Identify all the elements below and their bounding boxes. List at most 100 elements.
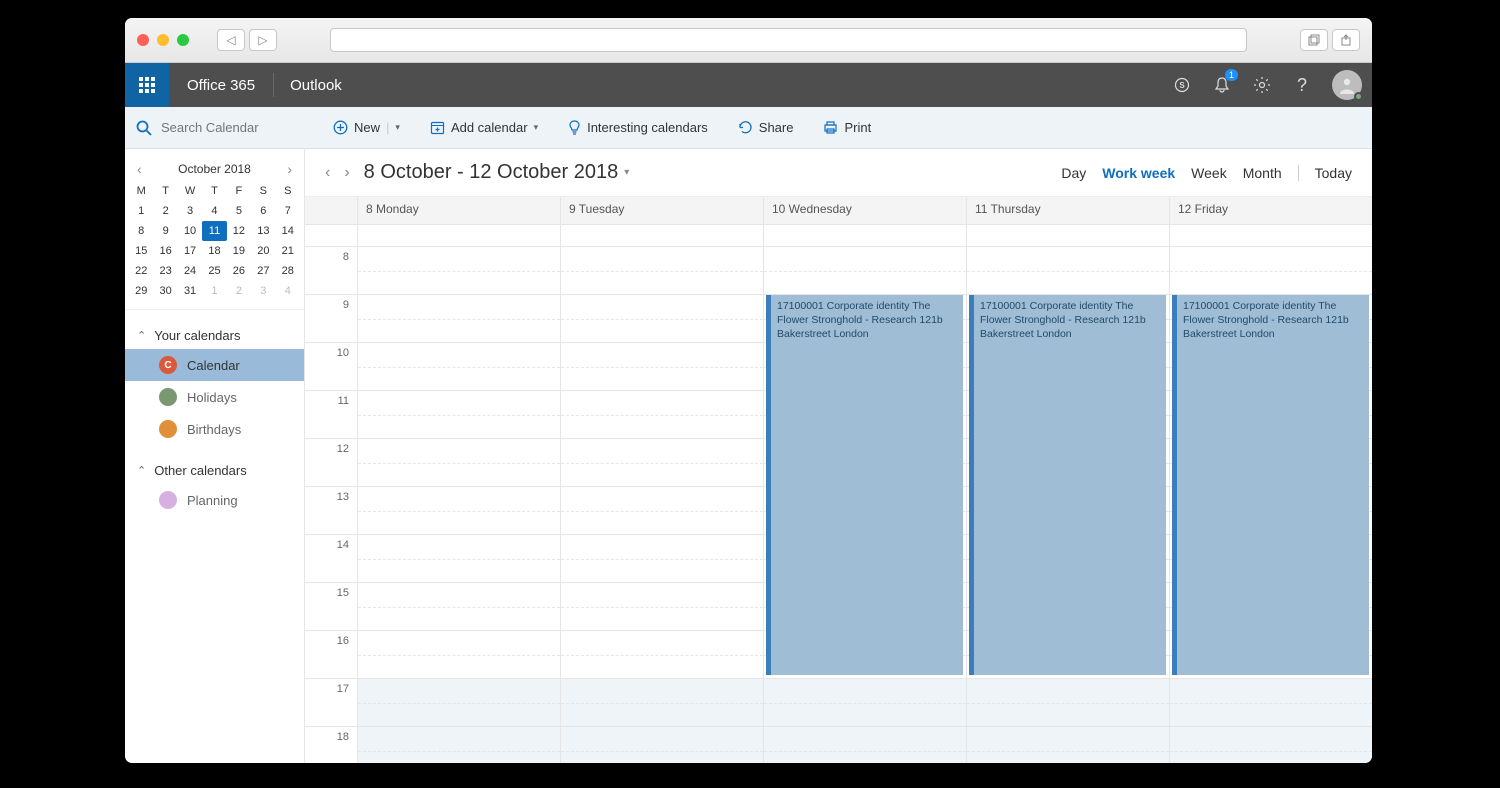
- day-header[interactable]: 8 Monday: [357, 197, 560, 224]
- time-cell[interactable]: [357, 631, 560, 678]
- next-month-button[interactable]: ›: [287, 161, 292, 177]
- mini-calendar-day[interactable]: 19: [227, 241, 251, 261]
- address-bar[interactable]: [330, 28, 1247, 52]
- mini-calendar-day[interactable]: 20: [251, 241, 275, 261]
- time-cell[interactable]: [357, 343, 560, 390]
- calendar-item[interactable]: Birthdays: [125, 413, 304, 445]
- view-week[interactable]: Week: [1191, 165, 1227, 181]
- mini-calendar-day[interactable]: 16: [153, 241, 177, 261]
- mini-calendar-day[interactable]: 17: [178, 241, 202, 261]
- mini-calendar-day[interactable]: 10: [178, 221, 202, 241]
- time-cell[interactable]: [560, 295, 763, 342]
- settings-button[interactable]: [1252, 75, 1272, 95]
- time-cell[interactable]: [357, 439, 560, 486]
- close-window-button[interactable]: [137, 34, 149, 46]
- other-calendars-header[interactable]: ⌃ Other calendars: [125, 457, 304, 484]
- time-cell[interactable]: [1169, 727, 1372, 763]
- your-calendars-header[interactable]: ⌃ Your calendars: [125, 322, 304, 349]
- forward-button[interactable]: ▷: [249, 29, 277, 51]
- time-cell[interactable]: [560, 535, 763, 582]
- mini-calendar-day[interactable]: 26: [227, 261, 251, 281]
- time-cell[interactable]: [357, 487, 560, 534]
- mini-calendar-day[interactable]: 2: [227, 281, 251, 301]
- view-day[interactable]: Day: [1061, 165, 1086, 181]
- mini-calendar-day[interactable]: 5: [227, 201, 251, 221]
- add-calendar-button[interactable]: Add calendar ▾: [430, 120, 538, 135]
- app-name[interactable]: Outlook: [274, 77, 358, 94]
- mini-calendar-day[interactable]: 1: [202, 281, 226, 301]
- mini-calendar-day[interactable]: 13: [251, 221, 275, 241]
- time-cell[interactable]: [763, 727, 966, 763]
- prev-range-button[interactable]: ‹: [325, 164, 330, 182]
- time-cell[interactable]: [763, 679, 966, 726]
- mini-calendar-day[interactable]: 18: [202, 241, 226, 261]
- day-header[interactable]: 12 Friday: [1169, 197, 1372, 224]
- profile-avatar[interactable]: [1332, 70, 1362, 100]
- time-cell[interactable]: [357, 295, 560, 342]
- next-range-button[interactable]: ›: [344, 164, 349, 182]
- back-button[interactable]: ◁: [217, 29, 245, 51]
- day-header[interactable]: 11 Thursday: [966, 197, 1169, 224]
- mini-calendar-day[interactable]: 11: [202, 221, 226, 241]
- view-work-week[interactable]: Work week: [1102, 165, 1175, 181]
- mini-calendar-day[interactable]: 7: [276, 201, 300, 221]
- mini-calendar-day[interactable]: 4: [276, 281, 300, 301]
- mini-calendar-day[interactable]: 22: [129, 261, 153, 281]
- search-input[interactable]: [161, 120, 281, 135]
- mini-calendar-day[interactable]: 3: [251, 281, 275, 301]
- time-cell[interactable]: [357, 247, 560, 294]
- today-button[interactable]: Today: [1315, 165, 1352, 181]
- time-cell[interactable]: [966, 679, 1169, 726]
- mini-calendar-day[interactable]: 15: [129, 241, 153, 261]
- mini-calendar-day[interactable]: 2: [153, 201, 177, 221]
- time-cell[interactable]: [357, 679, 560, 726]
- calendar-item[interactable]: CCalendar: [125, 349, 304, 381]
- time-cell[interactable]: [560, 391, 763, 438]
- time-cell[interactable]: [1169, 247, 1372, 294]
- calendar-event[interactable]: 17100001 Corporate identity The Flower S…: [1172, 295, 1369, 675]
- mini-calendar-day[interactable]: 3: [178, 201, 202, 221]
- all-day-cell[interactable]: [763, 225, 966, 246]
- app-launcher[interactable]: [125, 63, 169, 107]
- all-day-cell[interactable]: [1169, 225, 1372, 246]
- time-cell[interactable]: [560, 727, 763, 763]
- print-button[interactable]: Print: [823, 120, 871, 135]
- mini-calendar-day[interactable]: 27: [251, 261, 275, 281]
- new-button[interactable]: New |▾: [333, 120, 400, 135]
- time-cell[interactable]: [560, 679, 763, 726]
- mini-calendar-day[interactable]: 9: [153, 221, 177, 241]
- mini-calendar-day[interactable]: 28: [276, 261, 300, 281]
- all-day-cell[interactable]: [560, 225, 763, 246]
- calendar-event[interactable]: 17100001 Corporate identity The Flower S…: [766, 295, 963, 675]
- skype-icon[interactable]: S: [1172, 75, 1192, 95]
- maximize-window-button[interactable]: [177, 34, 189, 46]
- search-box[interactable]: [135, 119, 315, 137]
- time-cell[interactable]: [966, 247, 1169, 294]
- mini-calendar-day[interactable]: 4: [202, 201, 226, 221]
- notifications-button[interactable]: 1: [1212, 75, 1232, 95]
- mini-calendar-day[interactable]: 14: [276, 221, 300, 241]
- calendar-item[interactable]: Holidays: [125, 381, 304, 413]
- mini-calendar-day[interactable]: 8: [129, 221, 153, 241]
- mini-calendar-day[interactable]: 24: [178, 261, 202, 281]
- prev-month-button[interactable]: ‹: [137, 161, 142, 177]
- time-cell[interactable]: [357, 583, 560, 630]
- view-month[interactable]: Month: [1243, 165, 1282, 181]
- mini-calendar-day[interactable]: 25: [202, 261, 226, 281]
- time-cell[interactable]: [357, 727, 560, 763]
- minimize-window-button[interactable]: [157, 34, 169, 46]
- mini-calendar-day[interactable]: 12: [227, 221, 251, 241]
- time-cell[interactable]: [560, 583, 763, 630]
- mini-calendar-day[interactable]: 21: [276, 241, 300, 261]
- share-button[interactable]: [1332, 29, 1360, 51]
- time-cell[interactable]: [357, 391, 560, 438]
- day-header[interactable]: 9 Tuesday: [560, 197, 763, 224]
- time-cell[interactable]: [966, 727, 1169, 763]
- range-title[interactable]: 8 October - 12 October 2018: [364, 161, 619, 184]
- share-calendar-button[interactable]: Share: [738, 120, 794, 135]
- time-cell[interactable]: [560, 439, 763, 486]
- time-cell[interactable]: [357, 535, 560, 582]
- time-cell[interactable]: [1169, 679, 1372, 726]
- time-cell[interactable]: [763, 247, 966, 294]
- mini-calendar-day[interactable]: 30: [153, 281, 177, 301]
